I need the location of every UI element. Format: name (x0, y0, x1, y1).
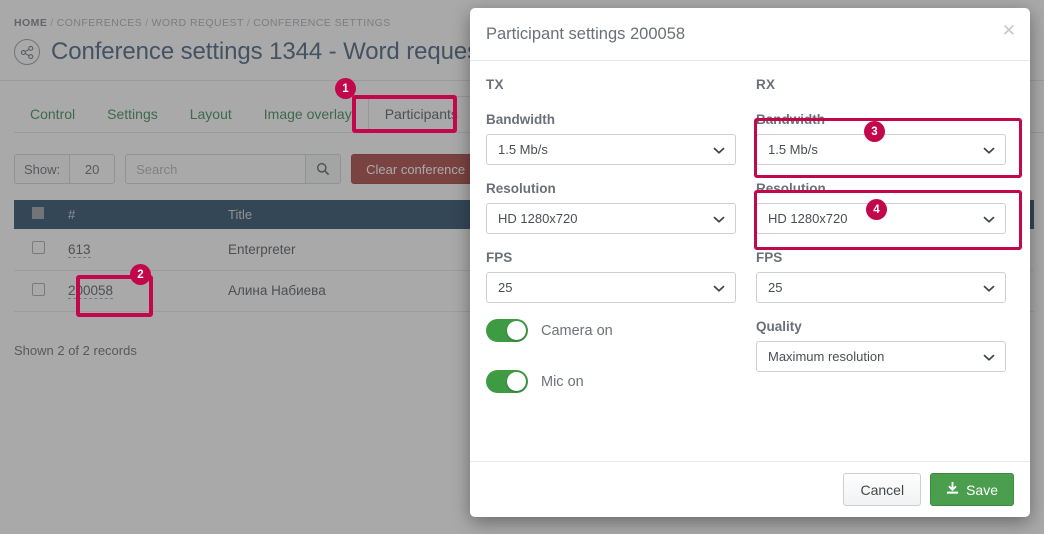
save-button[interactable]: Save (930, 473, 1014, 506)
tx-bandwidth-select[interactable]: 1.5 Mb/s (486, 134, 736, 165)
tx-resolution-select[interactable]: HD 1280x720 (486, 203, 736, 234)
tx-bandwidth-label: Bandwidth (486, 112, 555, 127)
tx-fps-select[interactable]: 25 (486, 272, 736, 303)
tx-bandwidth-value: 1.5 Mb/s (498, 142, 548, 157)
toggle-knob (507, 372, 526, 391)
mic-toggle[interactable] (486, 370, 528, 393)
rx-fps-field: FPS 25 (756, 250, 1006, 303)
screen-root: HOME/CONFERENCES/WORD REQUEST/CONFERENCE… (0, 0, 1044, 534)
rx-fps-value: 25 (768, 280, 783, 295)
chevron-down-icon (983, 349, 995, 364)
annotation-badge-3: 3 (864, 121, 885, 142)
save-label: Save (966, 481, 998, 498)
mic-toggle-label: Mic on (541, 373, 584, 390)
modal-title: Participant settings 200058 (486, 24, 686, 43)
chevron-down-icon (713, 142, 725, 157)
annotation-badge-1: 1 (335, 78, 356, 99)
download-icon (946, 481, 959, 498)
tx-resolution-value: HD 1280x720 (498, 211, 578, 226)
tx-resolution-field: Resolution HD 1280x720 (486, 181, 736, 234)
tx-fps-value: 25 (498, 280, 513, 295)
tx-heading: TX (486, 77, 504, 92)
camera-toggle-label: Camera on (541, 322, 613, 339)
tx-bandwidth-field: Bandwidth 1.5 Mb/s (486, 112, 736, 165)
toggle-knob (507, 321, 526, 340)
rx-fps-select[interactable]: 25 (756, 272, 1006, 303)
rx-resolution-value: HD 1280x720 (768, 211, 848, 226)
modal-footer: Cancel Save (470, 461, 1030, 517)
participant-settings-modal: Participant settings 200058 ✕ TX Bandwid… (470, 8, 1030, 517)
close-icon[interactable]: ✕ (1002, 22, 1016, 39)
rx-resolution-label: Resolution (756, 181, 826, 196)
rx-quality-field: Quality Maximum resolution (756, 319, 1006, 372)
rx-quality-select[interactable]: Maximum resolution (756, 341, 1006, 372)
camera-toggle[interactable] (486, 319, 528, 342)
chevron-down-icon (983, 211, 995, 226)
rx-quality-value: Maximum resolution (768, 349, 885, 364)
annotation-badge-2: 2 (130, 264, 151, 285)
annotation-badge-4: 4 (866, 199, 887, 220)
mic-toggle-row: Mic on (486, 370, 736, 393)
tx-resolution-label: Resolution (486, 181, 556, 196)
modal-body: TX Bandwidth 1.5 Mb/s Resolution HD 1280… (470, 61, 1030, 461)
rx-fps-label: FPS (756, 250, 783, 265)
chevron-down-icon (983, 142, 995, 157)
modal-header: Participant settings 200058 ✕ (470, 8, 1030, 61)
rx-heading: RX (756, 77, 776, 92)
chevron-down-icon (713, 280, 725, 295)
rx-quality-label: Quality (756, 319, 802, 334)
camera-toggle-row: Camera on (486, 319, 736, 342)
tx-fps-field: FPS 25 (486, 250, 736, 303)
tx-column: TX Bandwidth 1.5 Mb/s Resolution HD 1280… (486, 77, 736, 421)
rx-bandwidth-value: 1.5 Mb/s (768, 142, 818, 157)
cancel-button[interactable]: Cancel (843, 473, 922, 506)
chevron-down-icon (713, 211, 725, 226)
settings-columns: TX Bandwidth 1.5 Mb/s Resolution HD 1280… (486, 77, 1014, 421)
chevron-down-icon (983, 280, 995, 295)
tx-fps-label: FPS (486, 250, 513, 265)
